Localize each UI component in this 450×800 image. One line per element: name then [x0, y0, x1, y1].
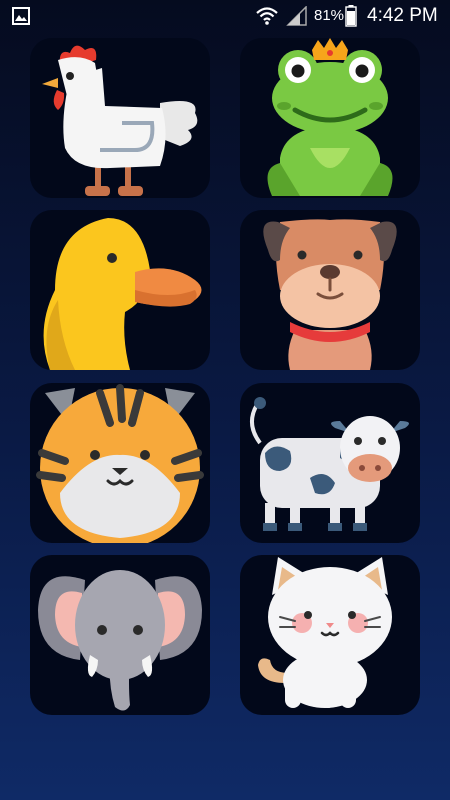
- frog-icon: [267, 38, 393, 196]
- tile-cat[interactable]: [240, 555, 420, 715]
- tile-cow[interactable]: [240, 383, 420, 543]
- tile-frog[interactable]: [240, 38, 420, 198]
- wifi-icon: [256, 7, 278, 25]
- cat-icon: [258, 557, 392, 708]
- gallery-icon: [12, 7, 30, 25]
- tile-duck[interactable]: [30, 210, 210, 370]
- battery-icon: [345, 5, 357, 27]
- status-bar: 81% 4:42 PM: [0, 0, 450, 32]
- cow-icon: [250, 397, 409, 531]
- tile-dog[interactable]: [240, 210, 420, 370]
- clock: 4:42 PM: [367, 5, 438, 26]
- tile-chicken[interactable]: [30, 38, 210, 198]
- tile-tiger[interactable]: [30, 383, 210, 543]
- tile-elephant[interactable]: [30, 555, 210, 715]
- dog-icon: [263, 219, 397, 370]
- signal-icon: [286, 6, 307, 26]
- tiger-icon: [36, 384, 204, 543]
- duck-icon: [43, 218, 202, 370]
- chicken-icon: [42, 45, 198, 196]
- battery-percentage: 81%: [314, 7, 345, 24]
- elephant-icon: [38, 570, 202, 711]
